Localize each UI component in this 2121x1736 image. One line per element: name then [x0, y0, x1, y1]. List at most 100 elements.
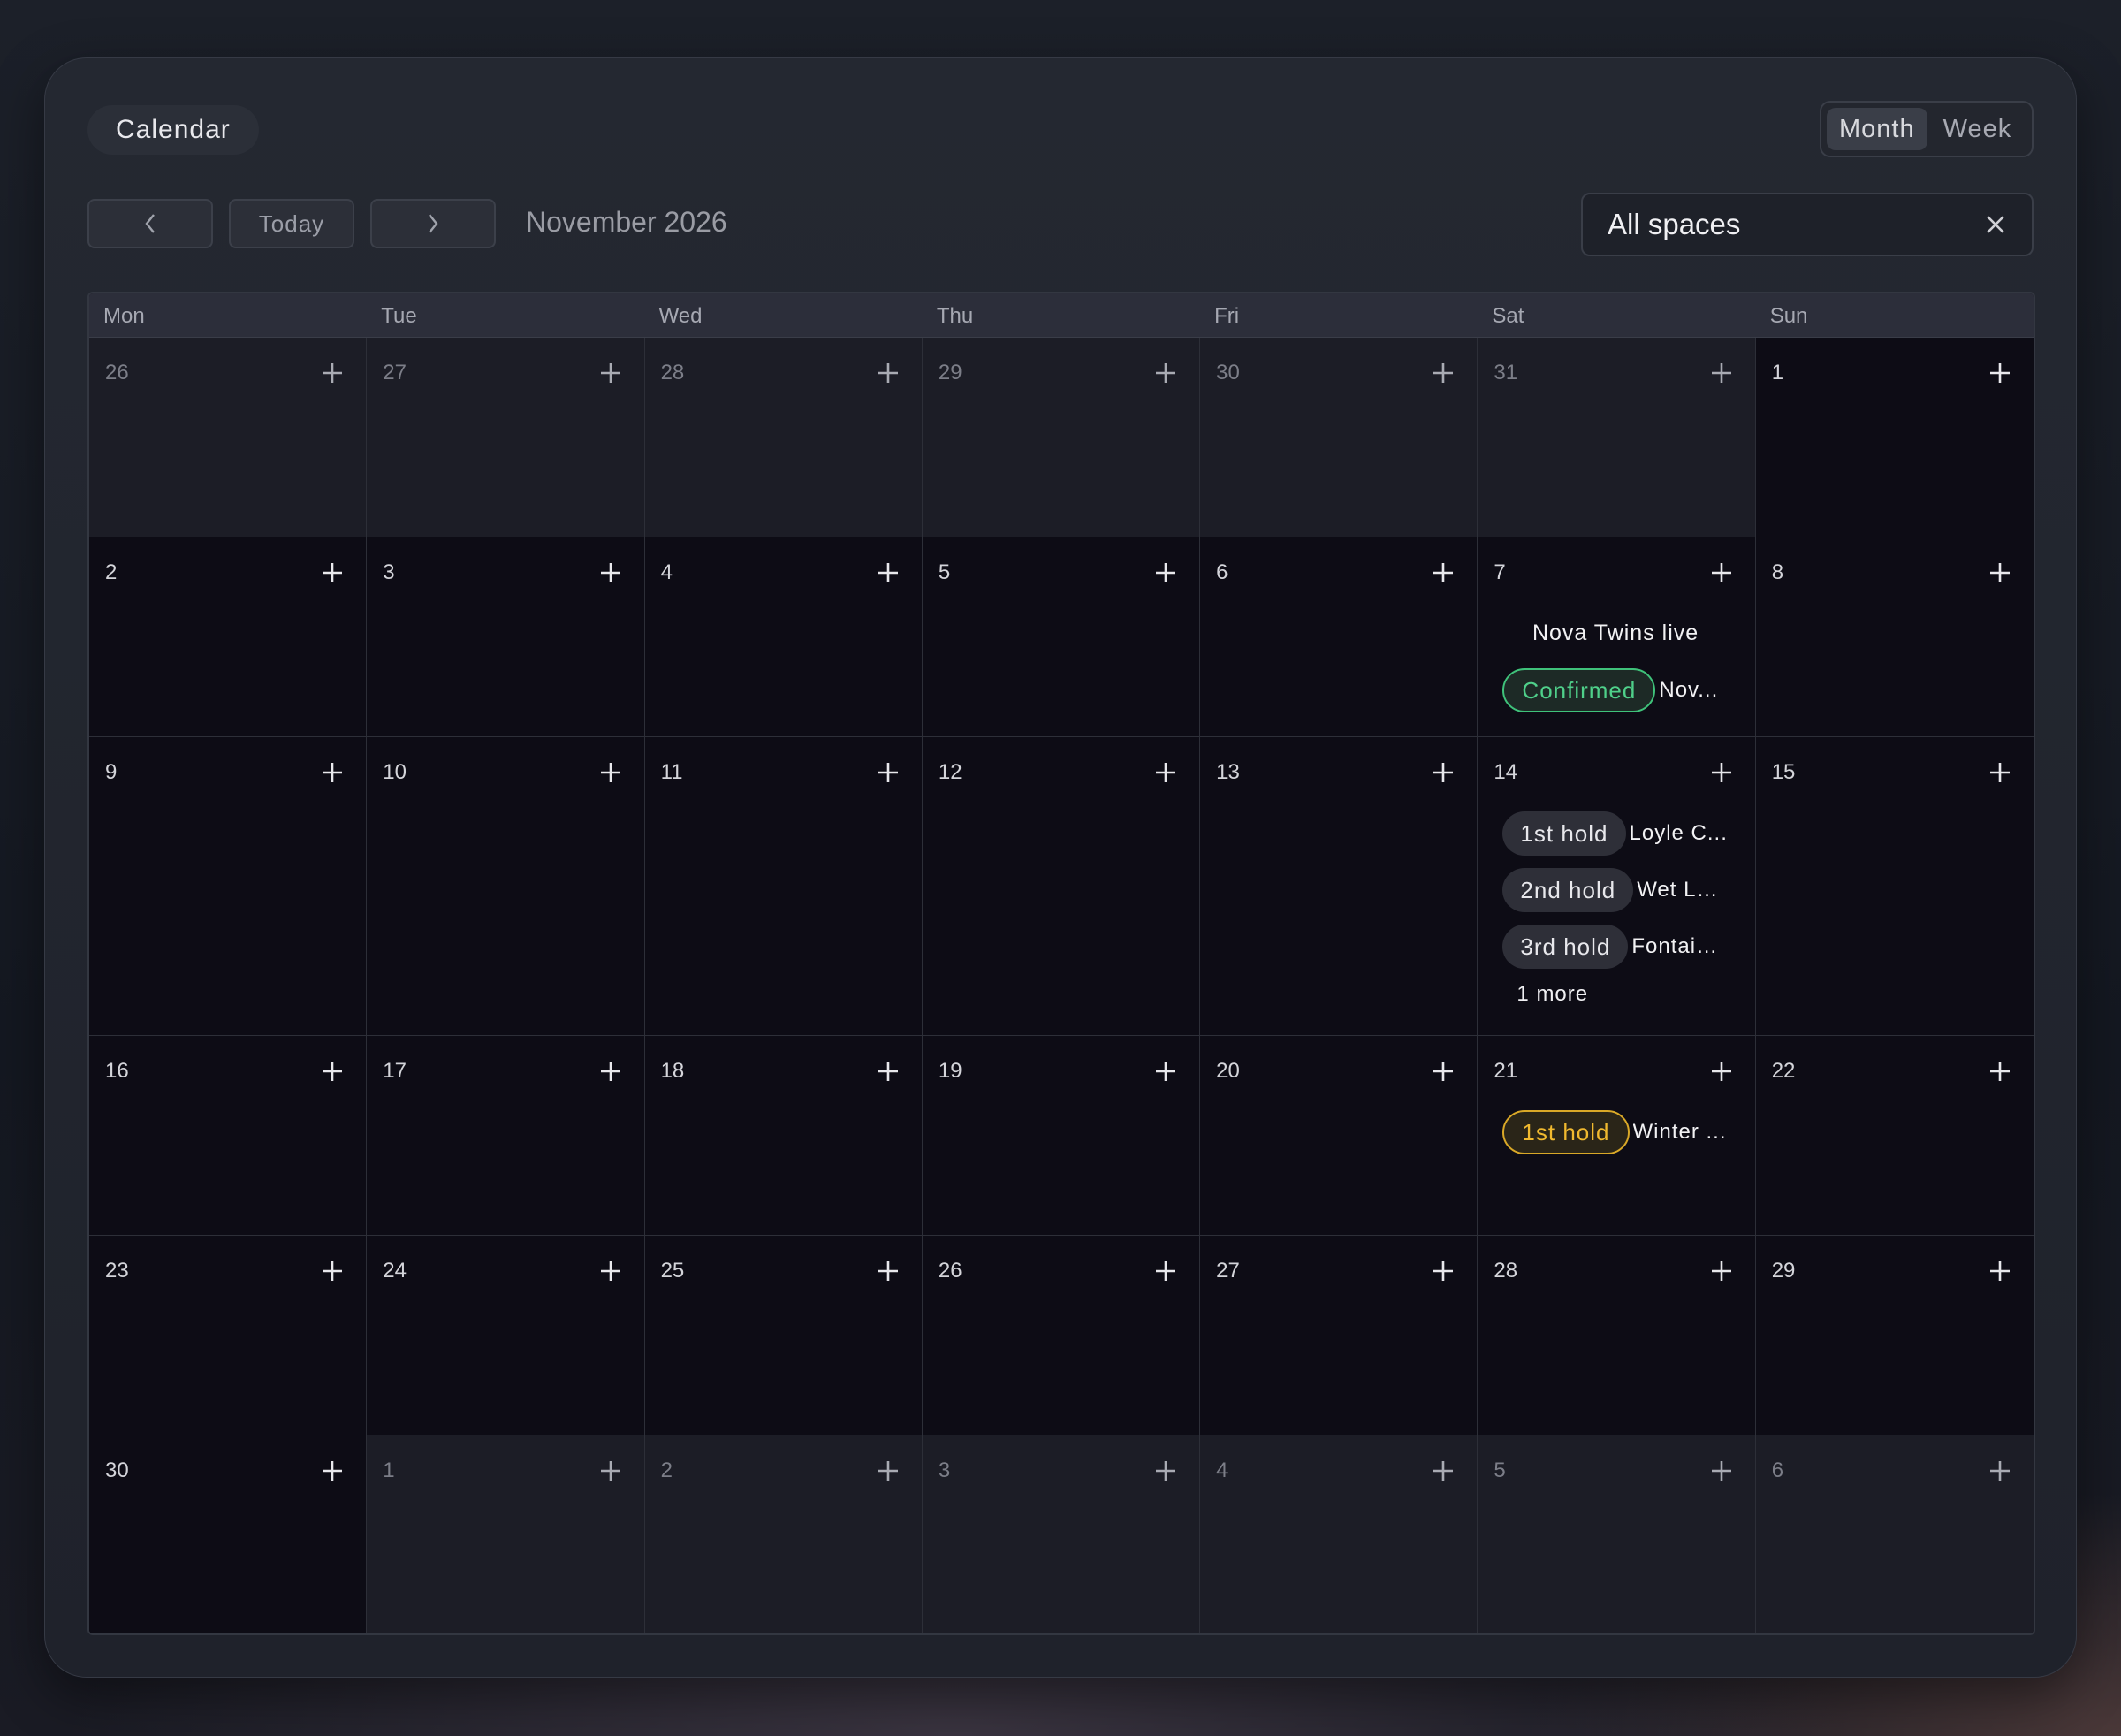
add-event-icon[interactable] — [876, 361, 901, 385]
add-event-icon[interactable] — [1988, 1259, 2012, 1283]
day-cell[interactable]: 23 — [89, 1236, 368, 1435]
day-cell[interactable]: 3 — [922, 1435, 1201, 1633]
day-cell[interactable]: 28 — [644, 338, 923, 537]
add-event-icon[interactable] — [1431, 760, 1456, 785]
day-cell[interactable]: 29 — [1755, 1236, 2034, 1435]
add-event-icon[interactable] — [320, 1458, 345, 1483]
add-event-icon[interactable] — [1709, 1458, 1734, 1483]
add-event-icon[interactable] — [598, 760, 623, 785]
view-month-button[interactable]: Month — [1827, 108, 1927, 150]
day-cell[interactable]: 29 — [922, 338, 1201, 537]
day-cell[interactable]: 28 — [1478, 1236, 1756, 1435]
day-cell[interactable]: 4 — [1200, 1435, 1479, 1633]
event-item[interactable]: Confirmed Nov... — [1502, 668, 1728, 712]
day-cell[interactable]: 16 — [89, 1036, 368, 1235]
add-event-icon[interactable] — [320, 560, 345, 585]
event-item[interactable]: 1st hold Loyle C... — [1502, 811, 1728, 856]
day-cell[interactable]: 6 — [1200, 537, 1479, 736]
add-event-icon[interactable] — [1153, 760, 1178, 785]
event-item[interactable]: 1st hold Winter ... — [1502, 1110, 1728, 1154]
close-icon[interactable] — [1984, 213, 2007, 236]
day-cell[interactable]: 13 — [1200, 737, 1479, 1035]
today-button[interactable]: Today — [229, 199, 354, 248]
day-cell[interactable]: 26 — [89, 338, 368, 537]
prev-month-button[interactable] — [87, 199, 213, 248]
add-event-icon[interactable] — [1988, 361, 2012, 385]
day-cell[interactable]: 9 — [89, 737, 368, 1035]
day-cell[interactable]: 4 — [644, 537, 923, 736]
day-cell[interactable]: 2 — [644, 1435, 923, 1633]
add-event-icon[interactable] — [1988, 760, 2012, 785]
day-cell[interactable]: 27 — [367, 338, 645, 537]
day-cell[interactable]: 14 1st hold Loyle C... 2nd hold Wet Le... 3rd… — [1478, 737, 1756, 1035]
day-cell[interactable]: 25 — [644, 1236, 923, 1435]
day-cell[interactable]: 8 — [1755, 537, 2034, 736]
add-event-icon[interactable] — [1709, 361, 1734, 385]
day-cell[interactable]: 11 — [644, 737, 923, 1035]
day-cell[interactable]: 2 — [89, 537, 368, 736]
day-cell[interactable]: 10 — [367, 737, 645, 1035]
add-event-icon[interactable] — [876, 760, 901, 785]
add-event-icon[interactable] — [1709, 1059, 1734, 1084]
add-event-icon[interactable] — [598, 361, 623, 385]
day-cell[interactable]: 6 — [1755, 1435, 2034, 1633]
add-event-icon[interactable] — [876, 1059, 901, 1084]
view-week-button[interactable]: Week — [1931, 108, 2025, 150]
add-event-icon[interactable] — [1153, 1059, 1178, 1084]
more-events-link[interactable]: 1 more — [1502, 981, 1728, 1008]
add-event-icon[interactable] — [598, 560, 623, 585]
add-event-icon[interactable] — [876, 1458, 901, 1483]
next-month-button[interactable] — [370, 199, 496, 248]
day-cell[interactable]: 20 — [1200, 1036, 1479, 1235]
add-event-icon[interactable] — [1709, 560, 1734, 585]
add-event-icon[interactable] — [1153, 1259, 1178, 1283]
day-cell[interactable]: 12 — [922, 737, 1201, 1035]
add-event-icon[interactable] — [1988, 1458, 2012, 1483]
day-cell[interactable]: 22 — [1755, 1036, 2034, 1235]
add-event-icon[interactable] — [1709, 760, 1734, 785]
add-event-icon[interactable] — [1431, 560, 1456, 585]
day-cell[interactable]: 5 — [922, 537, 1201, 736]
add-event-icon[interactable] — [1988, 1059, 2012, 1084]
event-item[interactable]: 3rd hold Fontain... — [1502, 925, 1728, 969]
add-event-icon[interactable] — [598, 1458, 623, 1483]
day-cell[interactable]: 15 — [1755, 737, 2034, 1035]
add-event-icon[interactable] — [1153, 560, 1178, 585]
day-cell[interactable]: 31 — [1478, 338, 1756, 537]
day-cell[interactable]: 3 — [367, 537, 645, 736]
add-event-icon[interactable] — [1153, 361, 1178, 385]
day-cell[interactable]: 18 — [644, 1036, 923, 1235]
add-event-icon[interactable] — [876, 1259, 901, 1283]
add-event-icon[interactable] — [1431, 361, 1456, 385]
add-event-icon[interactable] — [598, 1059, 623, 1084]
add-event-icon[interactable] — [320, 361, 345, 385]
day-cell[interactable]: 27 — [1200, 1236, 1479, 1435]
event-title[interactable]: Nova Twins live — [1502, 612, 1728, 656]
event-item[interactable]: 2nd hold Wet Le... — [1502, 868, 1729, 912]
day-cell[interactable]: 26 — [922, 1236, 1201, 1435]
day-number: 11 — [660, 760, 683, 784]
day-cell[interactable]: 1 — [1755, 338, 2034, 537]
day-cell[interactable]: 21 1st hold Winter ... — [1478, 1036, 1756, 1235]
add-event-icon[interactable] — [1431, 1059, 1456, 1084]
day-cell[interactable]: 19 — [922, 1036, 1201, 1235]
event-list: Nova Twins live Confirmed Nov... — [1502, 612, 1728, 712]
add-event-icon[interactable] — [1431, 1259, 1456, 1283]
add-event-icon[interactable] — [320, 1259, 345, 1283]
day-cell[interactable]: 24 — [367, 1236, 645, 1435]
add-event-icon[interactable] — [876, 560, 901, 585]
day-cell[interactable]: 1 — [367, 1435, 645, 1633]
day-cell[interactable]: 7 Nova Twins live Confirmed Nov... — [1478, 537, 1756, 736]
day-cell[interactable]: 30 — [89, 1435, 368, 1633]
add-event-icon[interactable] — [1988, 560, 2012, 585]
add-event-icon[interactable] — [1709, 1259, 1734, 1283]
add-event-icon[interactable] — [1153, 1458, 1178, 1483]
day-cell[interactable]: 30 — [1200, 338, 1479, 537]
add-event-icon[interactable] — [598, 1259, 623, 1283]
add-event-icon[interactable] — [1431, 1458, 1456, 1483]
day-cell[interactable]: 5 — [1478, 1435, 1756, 1633]
add-event-icon[interactable] — [320, 760, 345, 785]
day-cell[interactable]: 17 — [367, 1036, 645, 1235]
space-filter[interactable]: All spaces — [1581, 193, 2034, 256]
add-event-icon[interactable] — [320, 1059, 345, 1084]
